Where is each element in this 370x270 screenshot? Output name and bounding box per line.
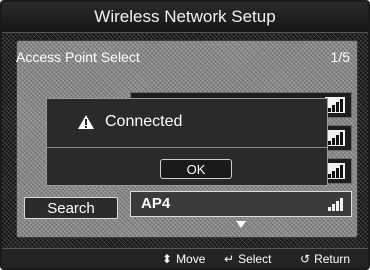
signal-strength-icon [325, 130, 345, 146]
return-icon: ↺ [300, 252, 311, 266]
scroll-down-arrow-icon[interactable] [236, 221, 246, 228]
move-label: Move [176, 252, 206, 266]
ok-button[interactable]: OK [160, 159, 232, 179]
select-hint: ↵ Select [224, 252, 271, 266]
enter-icon: ↵ [224, 252, 235, 266]
warning-icon [78, 115, 94, 129]
section-label: Access Point Select [16, 49, 140, 65]
window-title: Wireless Network Setup [2, 2, 368, 33]
signal-strength-icon [325, 163, 345, 179]
connection-dialog: Connected OK [46, 98, 328, 186]
access-point-name: AP4 [141, 195, 171, 212]
access-point-row-4[interactable]: AP4 [130, 191, 352, 217]
dialog-message-row: Connected [77, 113, 182, 131]
move-icon: ⬍ [162, 252, 173, 266]
move-hint: ⬍ Move [162, 252, 205, 266]
signal-strength-icon [325, 196, 345, 212]
wireless-network-setup-screen: Wireless Network Setup Access Point Sele… [0, 0, 370, 270]
select-label: Select [238, 252, 272, 266]
signal-strength-icon [325, 97, 345, 113]
page-indicator: 1/5 [330, 49, 350, 65]
search-button[interactable]: Search [24, 197, 118, 219]
return-label: Return [314, 252, 351, 266]
dialog-message: Connected [105, 113, 183, 130]
return-hint: ↺ Return [300, 252, 350, 266]
dialog-divider [47, 147, 327, 148]
footer-help-bar: ⬍ Move ↵ Select ↺ Return [2, 248, 368, 268]
